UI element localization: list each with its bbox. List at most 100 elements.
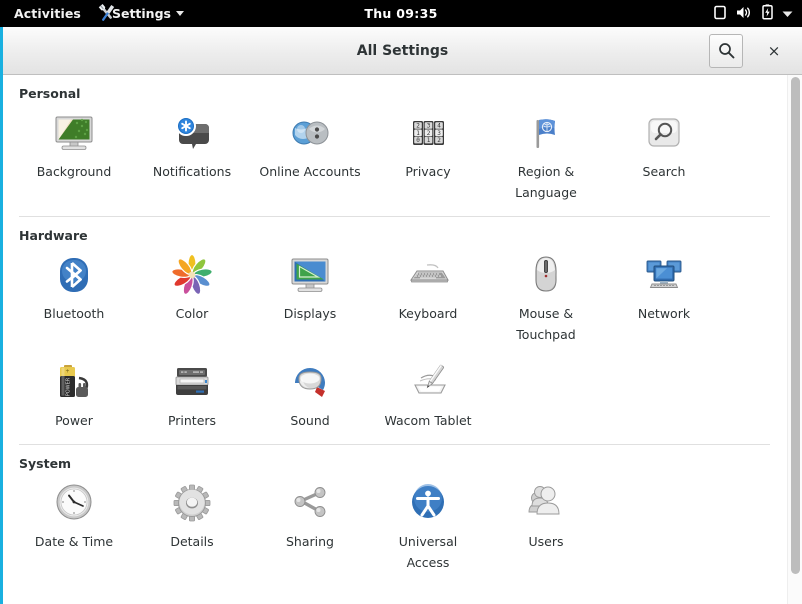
settings-tile-online-accounts[interactable]: Online Accounts: [251, 101, 369, 207]
personal-grid: Background Notifications Online Accounts…: [3, 101, 786, 207]
chevron-down-icon[interactable]: [782, 6, 793, 21]
battery-charging-icon: [762, 4, 773, 23]
settings-tile-universal-access[interactable]: Universal Access: [369, 471, 487, 577]
settings-tile-region-language[interactable]: Region & Language: [487, 101, 605, 207]
settings-tile-label: Search: [642, 164, 686, 179]
settings-tile-wacom-tablet[interactable]: Wacom Tablet: [369, 350, 487, 436]
svg-text:+: +: [65, 368, 69, 374]
settings-tile-power[interactable]: + POWER Power: [15, 350, 133, 436]
settings-tile-label: Keyboard: [398, 306, 458, 322]
page-title: All Settings: [356, 42, 449, 59]
svg-text:3: 3: [437, 130, 441, 137]
system-grid: Date & Time Details Sharing Universal Ac…: [3, 471, 786, 577]
settings-tile-label: Mouse & Touchpad: [516, 306, 576, 342]
section-title-personal: Personal: [19, 86, 81, 101]
hardware-grid: Bluetooth Color Displays Keyboard Mouse …: [3, 243, 786, 435]
scrollbar-thumb[interactable]: [791, 77, 800, 574]
search-icon: [718, 43, 734, 59]
mouse-icon: [522, 251, 570, 299]
settings-panels: Personal Background Notifications Online…: [3, 75, 802, 604]
settings-tile-network[interactable]: Network: [605, 243, 723, 349]
settings-tile-users[interactable]: Users: [487, 471, 605, 577]
network-computers-icon: [640, 251, 688, 299]
settings-tile-label: Background: [36, 164, 112, 179]
chevron-down-icon: [175, 11, 184, 16]
settings-tile-background[interactable]: Background: [15, 101, 133, 207]
settings-tile-date-time[interactable]: Date & Time: [15, 471, 133, 577]
settings-tile-label: Universal Access: [398, 534, 458, 570]
status-area[interactable]: [713, 4, 802, 23]
close-button[interactable]: ×: [757, 34, 791, 68]
settings-tile-label: Region & Language: [515, 164, 577, 200]
svg-text:2: 2: [416, 123, 420, 130]
svg-text:2: 2: [437, 137, 441, 144]
wrench-screwdriver-icon: [95, 1, 119, 25]
users-icon: [522, 479, 570, 527]
section-title-system: System: [19, 456, 72, 472]
settings-tile-keyboard[interactable]: Keyboard: [369, 243, 487, 349]
app-menu-label: Settings: [111, 6, 171, 21]
settings-tile-label: Users: [528, 534, 564, 550]
section-hardware: Hardware Bluetooth Color Displays Keyboa…: [3, 228, 786, 435]
section-divider: [19, 216, 770, 218]
section-divider: [19, 444, 770, 446]
screen-icon: [713, 5, 727, 23]
svg-text:1: 1: [427, 137, 431, 144]
settings-tile-label: Printers: [167, 412, 217, 428]
privacy-counter-icon: 210 321 432: [404, 109, 452, 157]
universal-access-icon: [404, 479, 452, 527]
settings-tile-label: Sharing: [286, 534, 334, 550]
svg-text:3: 3: [427, 123, 431, 130]
settings-tile-search[interactable]: Search: [605, 101, 723, 207]
settings-tile-details[interactable]: Details: [133, 471, 251, 577]
activities-button[interactable]: Activities: [0, 0, 92, 27]
settings-tile-label: Online Accounts: [259, 164, 361, 179]
settings-tile-label: Privacy: [405, 164, 451, 179]
settings-tile-label: Color: [175, 306, 209, 322]
settings-tile-label: Displays: [283, 306, 337, 322]
keyboard-icon: [404, 251, 452, 299]
volume-icon: [736, 5, 753, 23]
settings-tile-privacy[interactable]: 210 321 432 Privacy: [369, 101, 487, 207]
settings-tile-label: Wacom Tablet: [384, 412, 472, 428]
svg-text:2: 2: [427, 130, 431, 137]
gear-icon: [168, 479, 216, 527]
displays-monitor-icon: [286, 251, 334, 299]
titlebar-actions: ×: [709, 33, 802, 68]
settings-tile-notifications[interactable]: Notifications: [133, 101, 251, 207]
settings-tile-label: Details: [170, 534, 214, 550]
settings-tile-label: Network: [637, 306, 691, 322]
svg-text:4: 4: [437, 123, 441, 130]
search-magnifier-icon: [640, 109, 688, 157]
vertical-scrollbar[interactable]: [787, 75, 802, 604]
settings-tile-label: Notifications: [152, 164, 232, 179]
search-button[interactable]: [709, 33, 743, 68]
settings-window: All Settings × Personal Background Notif…: [0, 27, 802, 604]
wacom-tablet-icon: [404, 358, 452, 406]
clock-icon: [50, 479, 98, 527]
settings-tile-displays[interactable]: Displays: [251, 243, 369, 349]
settings-tile-label: Bluetooth: [43, 306, 105, 322]
region-flag-icon: [522, 109, 570, 157]
section-title-hardware: Hardware: [19, 228, 88, 244]
power-battery-icon: + POWER: [50, 358, 98, 406]
settings-scroll-area: Personal Background Notifications Online…: [3, 75, 802, 604]
background-monitor-icon: [50, 109, 98, 157]
color-flower-icon: [168, 251, 216, 299]
bluetooth-icon: [50, 251, 98, 299]
settings-tile-color[interactable]: Color: [133, 243, 251, 349]
sound-speaker-icon: [286, 358, 334, 406]
gnome-top-bar: Activities Settings Thu 09:35: [0, 0, 802, 27]
printer-icon: [168, 358, 216, 406]
settings-tile-bluetooth[interactable]: Bluetooth: [15, 243, 133, 349]
settings-tile-printers[interactable]: Printers: [133, 350, 251, 436]
settings-tile-label: Sound: [290, 412, 330, 428]
svg-text:0: 0: [416, 137, 420, 144]
settings-tile-sharing[interactable]: Sharing: [251, 471, 369, 577]
notifications-bubble-icon: [168, 109, 216, 157]
settings-tile-mouse-touchpad[interactable]: Mouse & Touchpad: [487, 243, 605, 349]
settings-tile-label: Power: [55, 412, 93, 428]
app-menu-settings[interactable]: Settings: [92, 0, 192, 27]
share-nodes-icon: [286, 479, 334, 527]
settings-tile-sound[interactable]: Sound: [251, 350, 369, 436]
